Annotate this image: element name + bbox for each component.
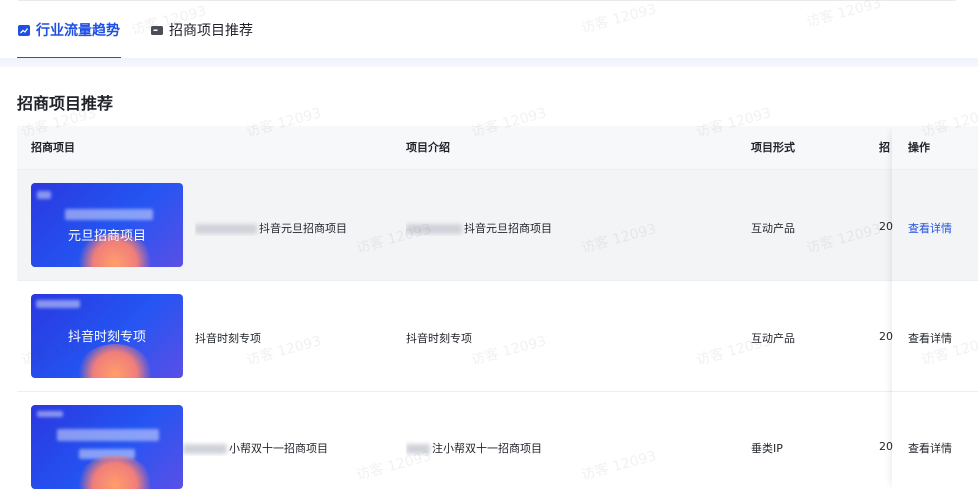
- table-row[interactable]: 元旦招商项目 抖音元旦招商项目 抖音元旦招商项目 互动产品 20 查看详情: [17, 170, 978, 281]
- project-name: 小帮双十一招商项目: [183, 440, 328, 456]
- project-time: 20: [879, 440, 893, 453]
- project-thumbnail[interactable]: 抖音时刻专项: [31, 294, 183, 378]
- tab-label: 行业流量趋势: [36, 23, 120, 39]
- project-name: 抖音元旦招商项目: [195, 220, 347, 236]
- watermark: 访客 12093: [804, 0, 884, 31]
- thumbnail-text: 元旦招商项目: [67, 229, 146, 244]
- project-form: 垂类IP: [751, 442, 783, 455]
- project-thumbnail[interactable]: [31, 405, 183, 489]
- project-form: 互动产品: [751, 332, 795, 345]
- header-intro: 项目介绍: [406, 141, 450, 154]
- tab-industry-traffic[interactable]: 行业流量趋势: [17, 10, 121, 59]
- section-divider-band: [0, 58, 978, 67]
- project-table: 招商项目 项目介绍 项目形式 招 操作 元旦招商项目 抖音元旦招商项目 抖音元旦…: [17, 126, 978, 491]
- section-title: 招商项目推荐: [17, 94, 114, 113]
- project-intro: 抖音时刻专项: [406, 332, 472, 345]
- table-header: 招商项目 项目介绍 项目形式 招 操作: [17, 126, 978, 170]
- header-action: 操作: [908, 141, 930, 154]
- table-row[interactable]: 抖音时刻专项 抖音时刻专项 抖音时刻专项 互动产品 20 查看详情: [17, 281, 978, 392]
- header-project: 招商项目: [31, 141, 75, 154]
- project-time: 20: [879, 220, 893, 233]
- view-details-link[interactable]: 查看详情: [908, 440, 952, 456]
- tab-bar: 行业流量趋势 招商项目推荐: [17, 10, 283, 60]
- thumbnail-text: 抖音时刻专项: [67, 330, 146, 345]
- tab-label: 招商项目推荐: [169, 23, 253, 39]
- view-details-link[interactable]: 查看详情: [908, 220, 952, 236]
- watermark: 访客 12093: [579, 1, 659, 37]
- table-row[interactable]: 小帮双十一招商项目 注小帮双十一招商项目 垂类IP 20 查看详情: [17, 392, 978, 491]
- view-details-link[interactable]: 查看详情: [908, 330, 952, 346]
- header-time: 招: [879, 141, 890, 154]
- project-form: 互动产品: [751, 222, 795, 235]
- top-divider: [18, 0, 956, 1]
- tab-project-recommend[interactable]: 招商项目推荐: [150, 10, 254, 50]
- project-time: 20: [879, 330, 893, 343]
- project-intro: 抖音元旦招商项目: [406, 220, 552, 236]
- folder-icon: [151, 25, 163, 35]
- header-form: 项目形式: [751, 141, 795, 154]
- trend-icon: [18, 24, 30, 36]
- project-name: 抖音时刻专项: [195, 332, 261, 345]
- project-thumbnail[interactable]: 元旦招商项目: [31, 183, 183, 267]
- project-intro: 注小帮双十一招商项目: [406, 440, 542, 456]
